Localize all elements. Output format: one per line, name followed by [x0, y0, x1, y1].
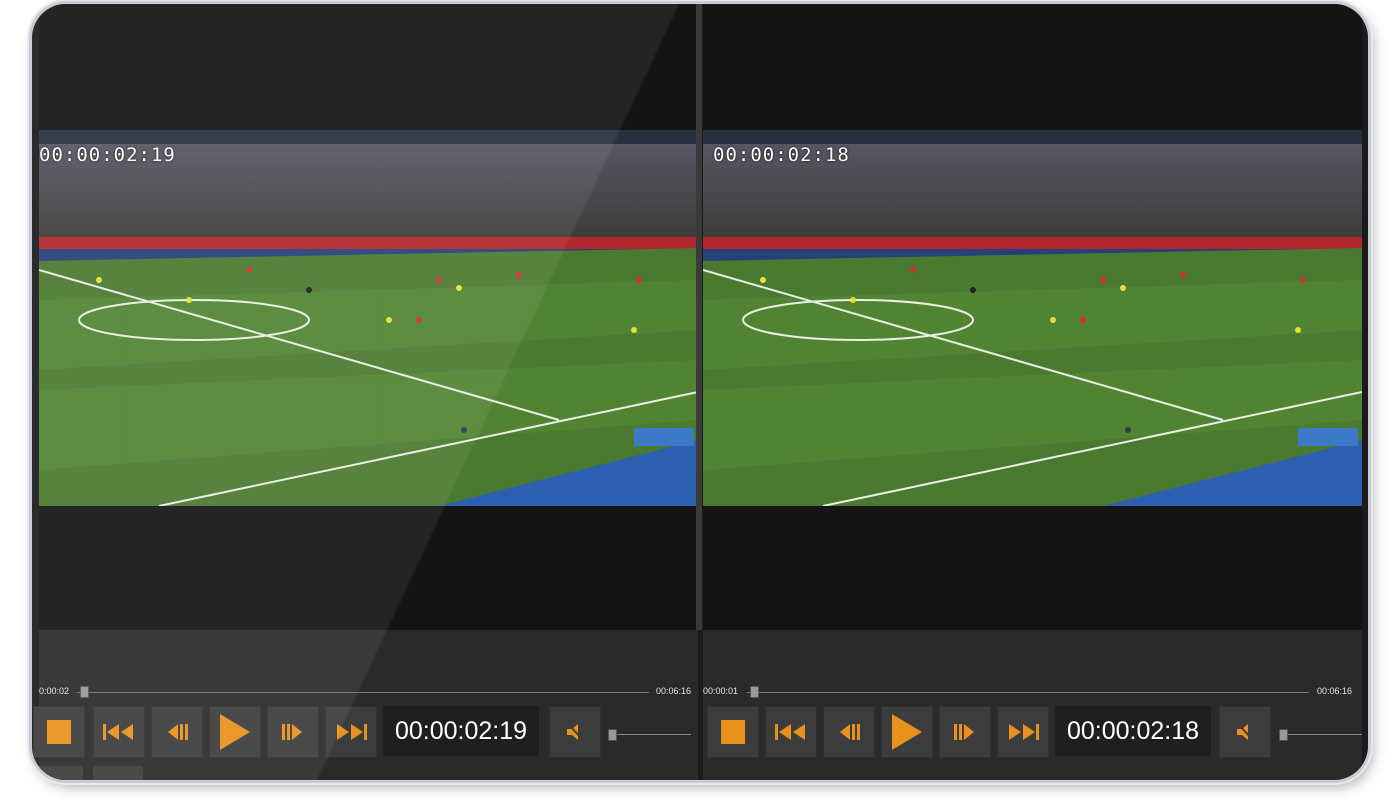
volume-handle[interactable] — [608, 729, 617, 741]
seek-total-time: 00:06:16 — [1317, 686, 1353, 696]
app-window: 00:00:02:19 0:00:02 00:06:16 00:00:02:19… — [32, 4, 1368, 780]
timecode-display: 00:00:02:19 — [383, 706, 539, 756]
step-back-button[interactable] — [823, 706, 875, 758]
volume-slider[interactable] — [617, 734, 691, 735]
skip-to-start-icon — [775, 724, 805, 740]
play-icon — [892, 714, 922, 750]
seek-total-time: 00:06:16 — [656, 686, 692, 696]
skip-to-start-button[interactable] — [765, 706, 817, 758]
player-left: 00:00:02:19 0:00:02 00:06:16 00:00:02:19 — [33, 4, 698, 780]
step-back-icon — [168, 724, 188, 740]
stop-button[interactable] — [707, 706, 759, 758]
secondary-button[interactable] — [93, 766, 143, 780]
video-viewport-left[interactable]: 00:00:02:19 — [39, 4, 698, 630]
step-forward-button[interactable] — [939, 706, 991, 758]
stop-button[interactable] — [33, 706, 85, 758]
secondary-button[interactable] — [33, 766, 83, 780]
mute-button[interactable] — [549, 706, 601, 758]
mute-button[interactable] — [1219, 706, 1271, 758]
video-frame-right — [703, 130, 1362, 506]
mute-icon — [567, 724, 583, 740]
timecode-display: 00:00:02:18 — [1055, 706, 1211, 756]
skip-to-end-icon — [1009, 724, 1039, 740]
control-bar-left: 0:00:02 00:06:16 00:00:02:19 — [33, 630, 698, 780]
play-icon — [220, 714, 250, 750]
seek-handle[interactable] — [750, 686, 759, 698]
step-back-button[interactable] — [151, 706, 203, 758]
volume-handle[interactable] — [1279, 729, 1288, 741]
seek-handle[interactable] — [80, 686, 89, 698]
step-forward-button[interactable] — [267, 706, 319, 758]
burned-in-timecode: 00:00:02:19 — [39, 144, 176, 166]
play-button[interactable] — [881, 706, 933, 758]
seek-bar[interactable] — [747, 692, 1309, 693]
stop-icon — [47, 720, 71, 744]
burned-in-timecode: 00:00:02:18 — [713, 144, 850, 166]
skip-to-end-button[interactable] — [997, 706, 1049, 758]
skip-to-end-button[interactable] — [325, 706, 377, 758]
seek-bar[interactable] — [77, 692, 649, 693]
skip-to-end-icon — [337, 724, 367, 740]
step-back-icon — [840, 724, 860, 740]
play-button[interactable] — [209, 706, 261, 758]
video-frame-left — [39, 130, 698, 506]
seek-current-time: 0:00:02 — [39, 686, 70, 696]
split-divider[interactable] — [696, 4, 702, 630]
stop-icon — [721, 720, 745, 744]
skip-to-start-button[interactable] — [93, 706, 145, 758]
step-forward-icon — [282, 724, 302, 740]
volume-slider[interactable] — [1288, 734, 1362, 735]
seek-current-time: 00:00:01 — [703, 686, 739, 696]
step-forward-icon — [954, 724, 974, 740]
skip-to-start-icon — [103, 724, 133, 740]
mute-icon — [1237, 724, 1253, 740]
video-viewport-right[interactable]: 00:00:02:18 — [703, 4, 1362, 630]
player-right: 00:00:02:18 00:00:01 00:06:16 00:00:02:1… — [703, 4, 1362, 780]
control-bar-right: 00:00:01 00:06:16 00:00:02:18 — [703, 630, 1362, 780]
